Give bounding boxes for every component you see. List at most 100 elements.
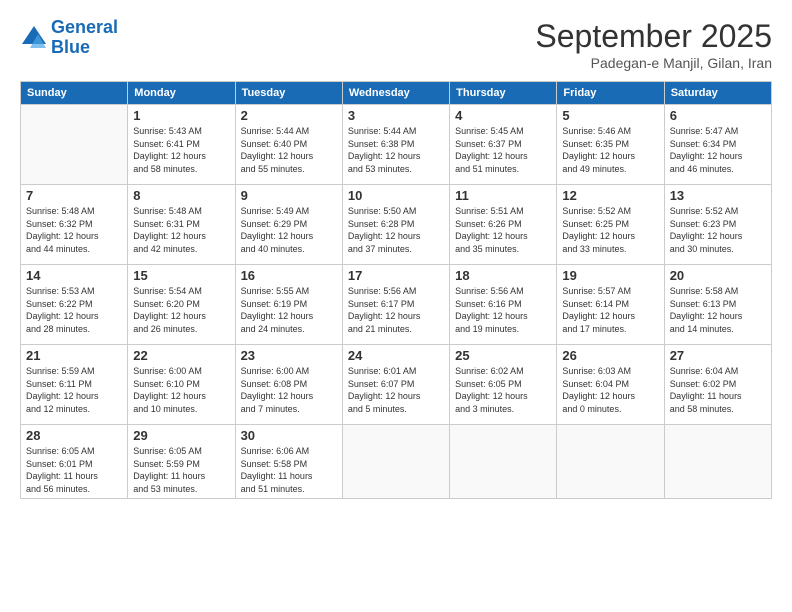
cell-day-number: 16 <box>241 268 337 283</box>
calendar-cell: 4 Sunrise: 5:45 AM Sunset: 6:37 PM Daylig… <box>450 105 557 185</box>
calendar-cell: 25 Sunrise: 6:02 AM Sunset: 6:05 PM Dayli… <box>450 345 557 425</box>
calendar-cell <box>450 425 557 499</box>
calendar-cell: 14 Sunrise: 5:53 AM Sunset: 6:22 PM Dayli… <box>21 265 128 345</box>
calendar-cell: 30 Sunrise: 6:06 AM Sunset: 5:58 PM Dayli… <box>235 425 342 499</box>
header: General Blue September 2025 Padegan-e Ma… <box>20 18 772 71</box>
calendar-week-row: 1 Sunrise: 5:43 AM Sunset: 6:41 PM Daylig… <box>21 105 772 185</box>
cell-info: Sunrise: 5:47 AM Sunset: 6:34 PM Dayligh… <box>670 125 766 175</box>
calendar: SundayMondayTuesdayWednesdayThursdayFrid… <box>20 81 772 499</box>
cell-info: Sunrise: 5:59 AM Sunset: 6:11 PM Dayligh… <box>26 365 122 415</box>
cell-info: Sunrise: 5:52 AM Sunset: 6:23 PM Dayligh… <box>670 205 766 255</box>
cell-info: Sunrise: 5:58 AM Sunset: 6:13 PM Dayligh… <box>670 285 766 335</box>
calendar-cell: 28 Sunrise: 6:05 AM Sunset: 6:01 PM Dayli… <box>21 425 128 499</box>
cell-day-number: 11 <box>455 188 551 203</box>
cell-day-number: 2 <box>241 108 337 123</box>
column-header-friday: Friday <box>557 82 664 105</box>
calendar-cell: 26 Sunrise: 6:03 AM Sunset: 6:04 PM Dayli… <box>557 345 664 425</box>
cell-info: Sunrise: 5:54 AM Sunset: 6:20 PM Dayligh… <box>133 285 229 335</box>
calendar-cell: 13 Sunrise: 5:52 AM Sunset: 6:23 PM Dayli… <box>664 185 771 265</box>
calendar-cell: 22 Sunrise: 6:00 AM Sunset: 6:10 PM Dayli… <box>128 345 235 425</box>
cell-info: Sunrise: 5:57 AM Sunset: 6:14 PM Dayligh… <box>562 285 658 335</box>
column-header-sunday: Sunday <box>21 82 128 105</box>
cell-day-number: 8 <box>133 188 229 203</box>
cell-day-number: 24 <box>348 348 444 363</box>
cell-day-number: 13 <box>670 188 766 203</box>
calendar-cell <box>557 425 664 499</box>
calendar-cell: 20 Sunrise: 5:58 AM Sunset: 6:13 PM Dayli… <box>664 265 771 345</box>
calendar-week-row: 28 Sunrise: 6:05 AM Sunset: 6:01 PM Dayli… <box>21 425 772 499</box>
cell-info: Sunrise: 5:51 AM Sunset: 6:26 PM Dayligh… <box>455 205 551 255</box>
calendar-cell: 23Sunrise: 6:00 AM Sunset: 6:08 PM Dayli… <box>235 345 342 425</box>
cell-day-number: 18 <box>455 268 551 283</box>
cell-day-number: 22 <box>133 348 229 363</box>
cell-info: Sunrise: 5:48 AM Sunset: 6:31 PM Dayligh… <box>133 205 229 255</box>
cell-info: Sunrise: 6:06 AM Sunset: 5:58 PM Dayligh… <box>241 445 337 495</box>
calendar-cell: 2Sunrise: 5:44 AM Sunset: 6:40 PM Daylig… <box>235 105 342 185</box>
cell-day-number: 10 <box>348 188 444 203</box>
cell-day-number: 19 <box>562 268 658 283</box>
logo-icon <box>20 24 48 52</box>
cell-day-number: 20 <box>670 268 766 283</box>
calendar-week-row: 14 Sunrise: 5:53 AM Sunset: 6:22 PM Dayli… <box>21 265 772 345</box>
cell-day-number: 14 <box>26 268 122 283</box>
calendar-cell: 15 Sunrise: 5:54 AM Sunset: 6:20 PM Dayli… <box>128 265 235 345</box>
calendar-cell: 9 Sunrise: 5:49 AM Sunset: 6:29 PM Daylig… <box>235 185 342 265</box>
cell-day-number: 9 <box>241 188 337 203</box>
cell-day-number: 26 <box>562 348 658 363</box>
cell-info: Sunrise: 6:05 AM Sunset: 6:01 PM Dayligh… <box>26 445 122 495</box>
cell-day-number: 28 <box>26 428 122 443</box>
column-header-wednesday: Wednesday <box>342 82 449 105</box>
cell-info: Sunrise: 5:45 AM Sunset: 6:37 PM Dayligh… <box>455 125 551 175</box>
cell-info: Sunrise: 6:00 AM Sunset: 6:10 PM Dayligh… <box>133 365 229 415</box>
cell-info: Sunrise: 5:43 AM Sunset: 6:41 PM Dayligh… <box>133 125 229 175</box>
calendar-cell: 7 Sunrise: 5:48 AM Sunset: 6:32 PM Daylig… <box>21 185 128 265</box>
column-header-thursday: Thursday <box>450 82 557 105</box>
cell-info: Sunrise: 6:03 AM Sunset: 6:04 PM Dayligh… <box>562 365 658 415</box>
cell-info: Sunrise: 5:53 AM Sunset: 6:22 PM Dayligh… <box>26 285 122 335</box>
calendar-cell: 11 Sunrise: 5:51 AM Sunset: 6:26 PM Dayli… <box>450 185 557 265</box>
cell-day-number: 29 <box>133 428 229 443</box>
cell-day-number: 5 <box>562 108 658 123</box>
cell-day-number: 12 <box>562 188 658 203</box>
calendar-cell: 17Sunrise: 5:56 AM Sunset: 6:17 PM Dayli… <box>342 265 449 345</box>
calendar-cell: 10Sunrise: 5:50 AM Sunset: 6:28 PM Dayli… <box>342 185 449 265</box>
calendar-cell: 19 Sunrise: 5:57 AM Sunset: 6:14 PM Dayli… <box>557 265 664 345</box>
calendar-cell: 18 Sunrise: 5:56 AM Sunset: 6:16 PM Dayli… <box>450 265 557 345</box>
calendar-cell: 5 Sunrise: 5:46 AM Sunset: 6:35 PM Daylig… <box>557 105 664 185</box>
title-block: September 2025 Padegan-e Manjil, Gilan, … <box>535 18 772 71</box>
column-header-saturday: Saturday <box>664 82 771 105</box>
cell-day-number: 4 <box>455 108 551 123</box>
cell-info: Sunrise: 5:46 AM Sunset: 6:35 PM Dayligh… <box>562 125 658 175</box>
column-header-tuesday: Tuesday <box>235 82 342 105</box>
calendar-cell <box>342 425 449 499</box>
cell-day-number: 30 <box>241 428 337 443</box>
cell-day-number: 23 <box>241 348 337 363</box>
calendar-cell: 12 Sunrise: 5:52 AM Sunset: 6:25 PM Dayli… <box>557 185 664 265</box>
logo-line1: General <box>51 17 118 37</box>
calendar-cell: 8 Sunrise: 5:48 AM Sunset: 6:31 PM Daylig… <box>128 185 235 265</box>
logo-line2: Blue <box>51 37 90 57</box>
month-title: September 2025 <box>535 18 772 55</box>
calendar-cell: 6Sunrise: 5:47 AM Sunset: 6:34 PM Daylig… <box>664 105 771 185</box>
cell-day-number: 15 <box>133 268 229 283</box>
cell-day-number: 25 <box>455 348 551 363</box>
cell-info: Sunrise: 6:05 AM Sunset: 5:59 PM Dayligh… <box>133 445 229 495</box>
logo: General Blue <box>20 18 118 58</box>
calendar-cell: 3Sunrise: 5:44 AM Sunset: 6:38 PM Daylig… <box>342 105 449 185</box>
cell-day-number: 1 <box>133 108 229 123</box>
cell-day-number: 7 <box>26 188 122 203</box>
cell-info: Sunrise: 6:01 AM Sunset: 6:07 PM Dayligh… <box>348 365 444 415</box>
cell-info: Sunrise: 5:49 AM Sunset: 6:29 PM Dayligh… <box>241 205 337 255</box>
calendar-week-row: 21 Sunrise: 5:59 AM Sunset: 6:11 PM Dayli… <box>21 345 772 425</box>
calendar-cell: 29 Sunrise: 6:05 AM Sunset: 5:59 PM Dayli… <box>128 425 235 499</box>
cell-day-number: 21 <box>26 348 122 363</box>
cell-info: Sunrise: 5:56 AM Sunset: 6:16 PM Dayligh… <box>455 285 551 335</box>
cell-info: Sunrise: 5:52 AM Sunset: 6:25 PM Dayligh… <box>562 205 658 255</box>
calendar-cell <box>21 105 128 185</box>
cell-day-number: 27 <box>670 348 766 363</box>
page: General Blue September 2025 Padegan-e Ma… <box>0 0 792 612</box>
cell-day-number: 17 <box>348 268 444 283</box>
cell-info: Sunrise: 5:48 AM Sunset: 6:32 PM Dayligh… <box>26 205 122 255</box>
cell-info: Sunrise: 5:55 AM Sunset: 6:19 PM Dayligh… <box>241 285 337 335</box>
cell-info: Sunrise: 6:02 AM Sunset: 6:05 PM Dayligh… <box>455 365 551 415</box>
